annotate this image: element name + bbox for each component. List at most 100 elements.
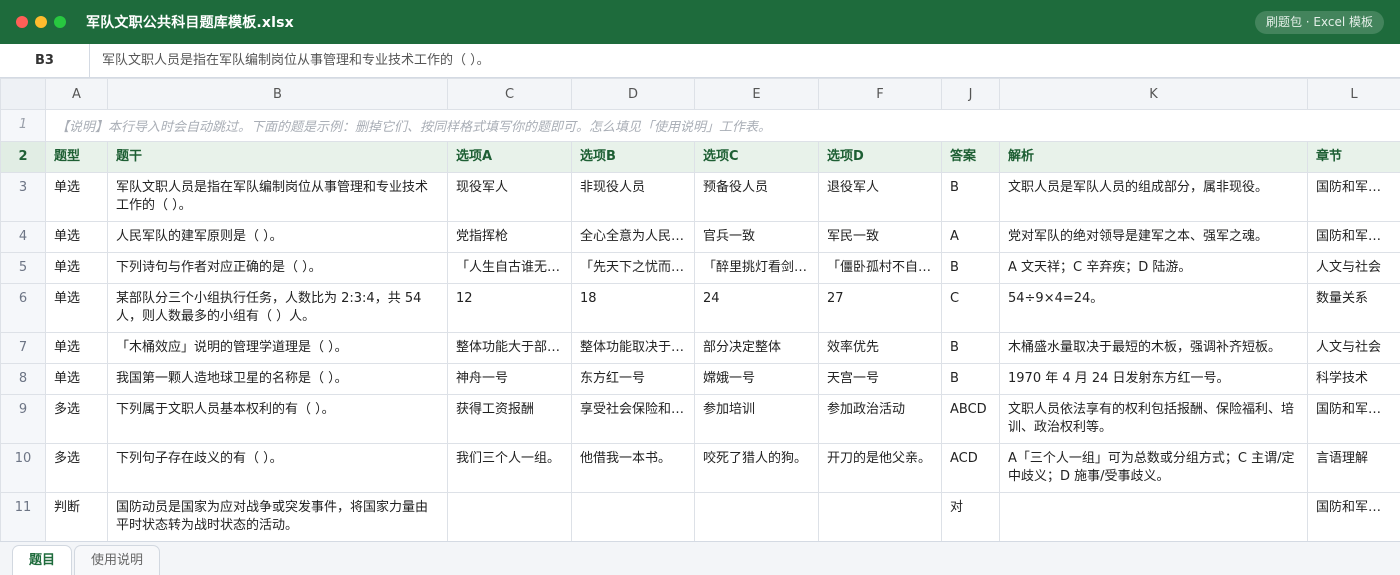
header-chapter[interactable]: 章节 — [1307, 141, 1400, 173]
note-cell[interactable]: 【说明】本行导入时会自动跳过。下面的题是示例：删掉它们、按同样格式填写你的题即可… — [45, 109, 1400, 142]
cell-chapter[interactable]: 国防和军队建设 — [1307, 221, 1400, 253]
cell-stem[interactable]: 我国第一颗人造地球卫星的名称是（ ）。 — [107, 363, 448, 395]
row-number[interactable]: 10 — [0, 443, 46, 493]
cell-option-d[interactable]: 效率优先 — [818, 332, 942, 364]
cell-answer[interactable]: B — [941, 252, 1000, 284]
cell-option-b[interactable] — [571, 492, 695, 541]
cell-option-a[interactable]: 整体功能大于部分之和 — [447, 332, 572, 364]
cell-type[interactable]: 单选 — [45, 221, 108, 253]
cell-option-b[interactable]: 他借我一本书。 — [571, 443, 695, 493]
cell-option-a[interactable]: 现役军人 — [447, 172, 572, 222]
cell-option-d[interactable]: 军民一致 — [818, 221, 942, 253]
cell-option-b[interactable]: 全心全意为人民服务 — [571, 221, 695, 253]
cell-type[interactable]: 单选 — [45, 363, 108, 395]
cell-answer[interactable]: B — [941, 363, 1000, 395]
cell-chapter[interactable]: 国防和军队建设 — [1307, 492, 1400, 541]
cell-explanation[interactable]: A 文天祥；C 辛弃疾；D 陆游。 — [999, 252, 1308, 284]
cell-chapter[interactable]: 国防和军队建设 — [1307, 394, 1400, 444]
row-number[interactable]: 4 — [0, 221, 46, 253]
cell-option-c[interactable]: 咬死了猎人的狗。 — [694, 443, 819, 493]
cell-option-b[interactable]: 「先天下之忧而忧」— 范仲淹 — [571, 252, 695, 284]
cell-type[interactable]: 单选 — [45, 252, 108, 284]
cell-stem[interactable]: 下列诗句与作者对应正确的是（ ）。 — [107, 252, 448, 284]
cell-option-c[interactable]: 部分决定整体 — [694, 332, 819, 364]
cell-option-b[interactable]: 非现役人员 — [571, 172, 695, 222]
cell-option-d[interactable]: 退役军人 — [818, 172, 942, 222]
cell-option-d[interactable] — [818, 492, 942, 541]
cell-option-d[interactable]: 27 — [818, 283, 942, 333]
cell-type[interactable]: 多选 — [45, 394, 108, 444]
cell-explanation[interactable]: 文职人员是军队人员的组成部分，属非现役。 — [999, 172, 1308, 222]
cell-answer[interactable]: 对 — [941, 492, 1000, 541]
cell-answer[interactable]: A — [941, 221, 1000, 253]
cell-answer[interactable]: B — [941, 172, 1000, 222]
column-header-c[interactable]: C — [447, 78, 572, 110]
cell-option-c[interactable]: 「醉里挑灯看剑」— 辛弃疾 — [694, 252, 819, 284]
minimize-window-icon[interactable] — [35, 16, 47, 28]
cell-option-c[interactable]: 预备役人员 — [694, 172, 819, 222]
row-number[interactable]: 6 — [0, 283, 46, 333]
column-header-e[interactable]: E — [694, 78, 819, 110]
cell-type[interactable]: 单选 — [45, 332, 108, 364]
header-explanation[interactable]: 解析 — [999, 141, 1308, 173]
cell-chapter[interactable]: 科学技术 — [1307, 363, 1400, 395]
cell-option-a[interactable]: 「人生自古谁无死」— 文天祥 — [447, 252, 572, 284]
column-header-a[interactable]: A — [45, 78, 108, 110]
cell-option-c[interactable]: 官兵一致 — [694, 221, 819, 253]
column-header-b[interactable]: B — [107, 78, 448, 110]
close-window-icon[interactable] — [16, 16, 28, 28]
header-type[interactable]: 题型 — [45, 141, 108, 173]
cell-explanation[interactable] — [999, 492, 1308, 541]
cell-explanation[interactable]: 文职人员依法享有的权利包括报酬、保险福利、培训、政治权利等。 — [999, 394, 1308, 444]
row-number[interactable]: 11 — [0, 492, 46, 541]
cell-explanation[interactable]: 木桶盛水量取决于最短的木板，强调补齐短板。 — [999, 332, 1308, 364]
formula-input[interactable]: 军队文职人员是指在军队编制岗位从事管理和专业技术工作的（ ）。 — [102, 44, 490, 77]
select-all-corner[interactable] — [0, 78, 46, 110]
cell-option-a[interactable]: 党指挥枪 — [447, 221, 572, 253]
cell-stem[interactable]: 下列句子存在歧义的有（ ）。 — [107, 443, 448, 493]
column-header-d[interactable]: D — [571, 78, 695, 110]
cell-option-a[interactable]: 我们三个人一组。 — [447, 443, 572, 493]
header-stem[interactable]: 题干 — [107, 141, 448, 173]
header-option-c[interactable]: 选项C — [694, 141, 819, 173]
column-header-f[interactable]: F — [818, 78, 942, 110]
cell-chapter[interactable]: 国防和军队建设 — [1307, 172, 1400, 222]
column-header-l[interactable]: L — [1307, 78, 1400, 110]
cell-answer[interactable]: B — [941, 332, 1000, 364]
cell-option-b[interactable]: 整体功能取决于最短板 — [571, 332, 695, 364]
maximize-window-icon[interactable] — [54, 16, 66, 28]
sheet-tab-instructions[interactable]: 使用说明 — [74, 545, 161, 575]
header-answer[interactable]: 答案 — [941, 141, 1000, 173]
row-number[interactable]: 3 — [0, 172, 46, 222]
cell-answer[interactable]: ACD — [941, 443, 1000, 493]
header-option-a[interactable]: 选项A — [447, 141, 572, 173]
column-header-j[interactable]: J — [941, 78, 1000, 110]
cell-chapter[interactable]: 数量关系 — [1307, 283, 1400, 333]
cell-option-d[interactable]: 「僵卧孤村不自哀」— 陆游 — [818, 252, 942, 284]
cell-answer[interactable]: C — [941, 283, 1000, 333]
row-number[interactable]: 5 — [0, 252, 46, 284]
cell-name-box[interactable]: B3 — [0, 44, 90, 77]
cell-type[interactable]: 单选 — [45, 172, 108, 222]
row-number[interactable]: 9 — [0, 394, 46, 444]
row-number[interactable]: 1 — [0, 109, 46, 142]
cell-type[interactable]: 判断 — [45, 492, 108, 541]
cell-explanation[interactable]: 1970 年 4 月 24 日发射东方红一号。 — [999, 363, 1308, 395]
cell-option-c[interactable] — [694, 492, 819, 541]
cell-explanation[interactable]: 党对军队的绝对领导是建军之本、强军之魂。 — [999, 221, 1308, 253]
cell-stem[interactable]: 某部队分三个小组执行任务，人数比为 2:3:4，共 54 人，则人数最多的小组有… — [107, 283, 448, 333]
cell-option-b[interactable]: 18 — [571, 283, 695, 333]
cell-option-d[interactable]: 开刀的是他父亲。 — [818, 443, 942, 493]
cell-option-d[interactable]: 天宫一号 — [818, 363, 942, 395]
column-header-k[interactable]: K — [999, 78, 1308, 110]
sheet-tab-questions[interactable]: 题目 — [12, 545, 73, 575]
cell-stem[interactable]: 军队文职人员是指在军队编制岗位从事管理和专业技术工作的（ ）。 — [107, 172, 448, 222]
cell-explanation[interactable]: A「三个人一组」可为总数或分组方式；C 主谓/定中歧义；D 施事/受事歧义。 — [999, 443, 1308, 493]
row-number[interactable]: 8 — [0, 363, 46, 395]
cell-answer[interactable]: ABCD — [941, 394, 1000, 444]
cell-stem[interactable]: 下列属于文职人员基本权利的有（ ）。 — [107, 394, 448, 444]
cell-option-a[interactable]: 神舟一号 — [447, 363, 572, 395]
cell-option-b[interactable]: 东方红一号 — [571, 363, 695, 395]
header-option-d[interactable]: 选项D — [818, 141, 942, 173]
cell-option-c[interactable]: 嫦娥一号 — [694, 363, 819, 395]
